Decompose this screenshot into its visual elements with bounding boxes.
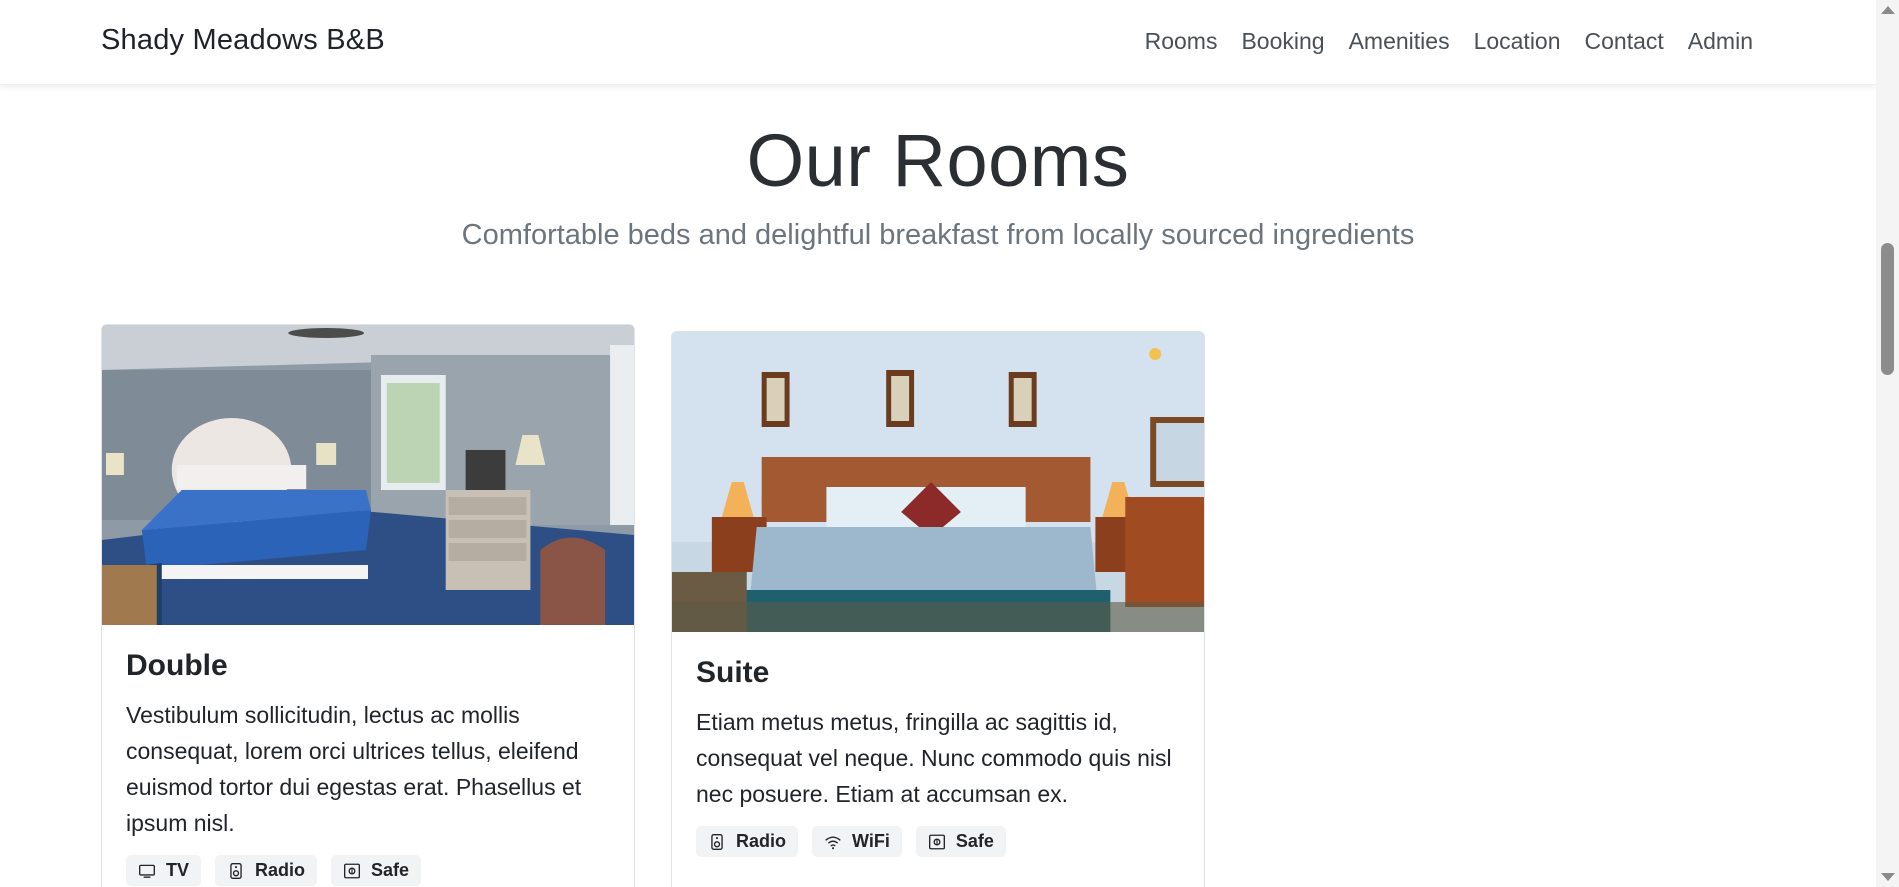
room-features: TV Radio Safe: [126, 855, 610, 886]
nav-link-booking[interactable]: Booking: [1229, 28, 1336, 55]
room-description: Etiam metus metus, fringilla ac sagittis…: [696, 709, 1172, 807]
room-card-suite: Suite Etiam metus metus, fringilla ac sa…: [671, 331, 1205, 887]
vertical-scrollbar[interactable]: [1876, 0, 1899, 887]
feature-badge-safe: Safe: [331, 855, 422, 886]
scroll-up-arrow-icon[interactable]: [1881, 6, 1895, 14]
radio-icon: [230, 862, 242, 879]
wifi-icon: [825, 836, 841, 849]
nav-link-contact[interactable]: Contact: [1573, 28, 1676, 55]
feature-label: WiFi: [852, 831, 890, 851]
room-title: Suite: [696, 656, 770, 689]
room-description: Vestibulum sollicitudin, lectus ac molli…: [126, 702, 582, 836]
room-image-suite: [672, 332, 1204, 632]
feature-label: Radio: [736, 831, 787, 851]
nav-link-amenities[interactable]: Amenities: [1337, 28, 1462, 55]
nav-link-admin[interactable]: Admin: [1676, 28, 1765, 55]
feature-label: TV: [166, 860, 190, 880]
scrollbar-thumb[interactable]: [1881, 243, 1894, 375]
feature-label: Radio: [255, 860, 306, 880]
room-card-body: Double Vestibulum sollicitudin, lectus a…: [102, 625, 634, 887]
nav-link-rooms[interactable]: Rooms: [1133, 28, 1230, 55]
feature-badge-radio: Radio: [696, 826, 799, 857]
room-card-body: Suite Etiam metus metus, fringilla ac sa…: [672, 632, 1204, 877]
feature-label: Safe: [955, 831, 994, 851]
feature-badge-safe: Safe: [915, 826, 1006, 857]
page: Shady Meadows B&B Rooms Booking Amenitie…: [0, 0, 1876, 887]
nav-link-location[interactable]: Location: [1462, 28, 1573, 55]
section-subtitle: Comfortable beds and delightful breakfas…: [461, 219, 1415, 251]
feature-badge-radio: Radio: [215, 855, 318, 886]
navbar: Shady Meadows B&B Rooms Booking Amenitie…: [0, 0, 1876, 85]
feature-label: Safe: [371, 860, 410, 880]
scroll-down-arrow-icon[interactable]: [1881, 873, 1895, 881]
feature-badge-tv: TV: [126, 855, 202, 886]
nav-links: Rooms Booking Amenities Location Contact…: [1133, 28, 1765, 55]
brand-logo-text[interactable]: Shady Meadows B&B: [101, 24, 385, 57]
feature-badge-wifi: WiFi: [812, 826, 902, 857]
tv-icon: [139, 864, 155, 878]
room-features: Radio WiFi Safe: [696, 826, 1180, 857]
safe-icon: [344, 863, 361, 878]
section-title: Our Rooms: [746, 119, 1130, 202]
room-image-double: [102, 325, 634, 625]
room-card-double: Double Vestibulum sollicitudin, lectus a…: [101, 324, 635, 887]
radio-icon: [711, 833, 723, 850]
safe-icon: [928, 834, 945, 849]
room-title: Double: [126, 649, 228, 682]
